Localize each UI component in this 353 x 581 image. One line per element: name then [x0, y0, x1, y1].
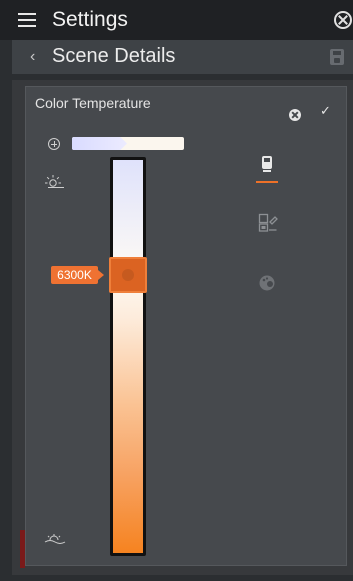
page-title: Scene Details	[52, 45, 176, 67]
sunset-icon	[44, 534, 66, 544]
sun-icon	[45, 175, 64, 188]
app-title: Settings	[52, 8, 128, 31]
color-temperature-panel	[25, 86, 347, 566]
menu-icon[interactable]	[18, 13, 36, 27]
check-icon[interactable]: ✓	[320, 103, 331, 119]
slider-value-tag: 6300K	[51, 266, 104, 284]
clear-icon[interactable]	[289, 109, 301, 121]
panel-title: Color Temperature	[35, 95, 151, 111]
bulb-mode-icon[interactable]	[258, 155, 276, 175]
preset-gradient-bar[interactable]	[72, 137, 184, 150]
scene-mode-icon[interactable]	[258, 213, 278, 233]
save-icon[interactable]	[330, 49, 344, 65]
sub-header: ‹ Scene Details	[12, 40, 353, 74]
back-icon[interactable]: ‹	[30, 48, 35, 66]
plus-icon[interactable]	[48, 138, 60, 150]
close-icon[interactable]	[334, 11, 352, 29]
color-temperature-slider[interactable]	[110, 157, 146, 556]
palette-mode-icon[interactable]	[258, 274, 276, 292]
selected-mode-indicator	[256, 181, 278, 183]
top-bar: Settings	[0, 0, 353, 40]
slider-thumb[interactable]	[109, 257, 147, 293]
